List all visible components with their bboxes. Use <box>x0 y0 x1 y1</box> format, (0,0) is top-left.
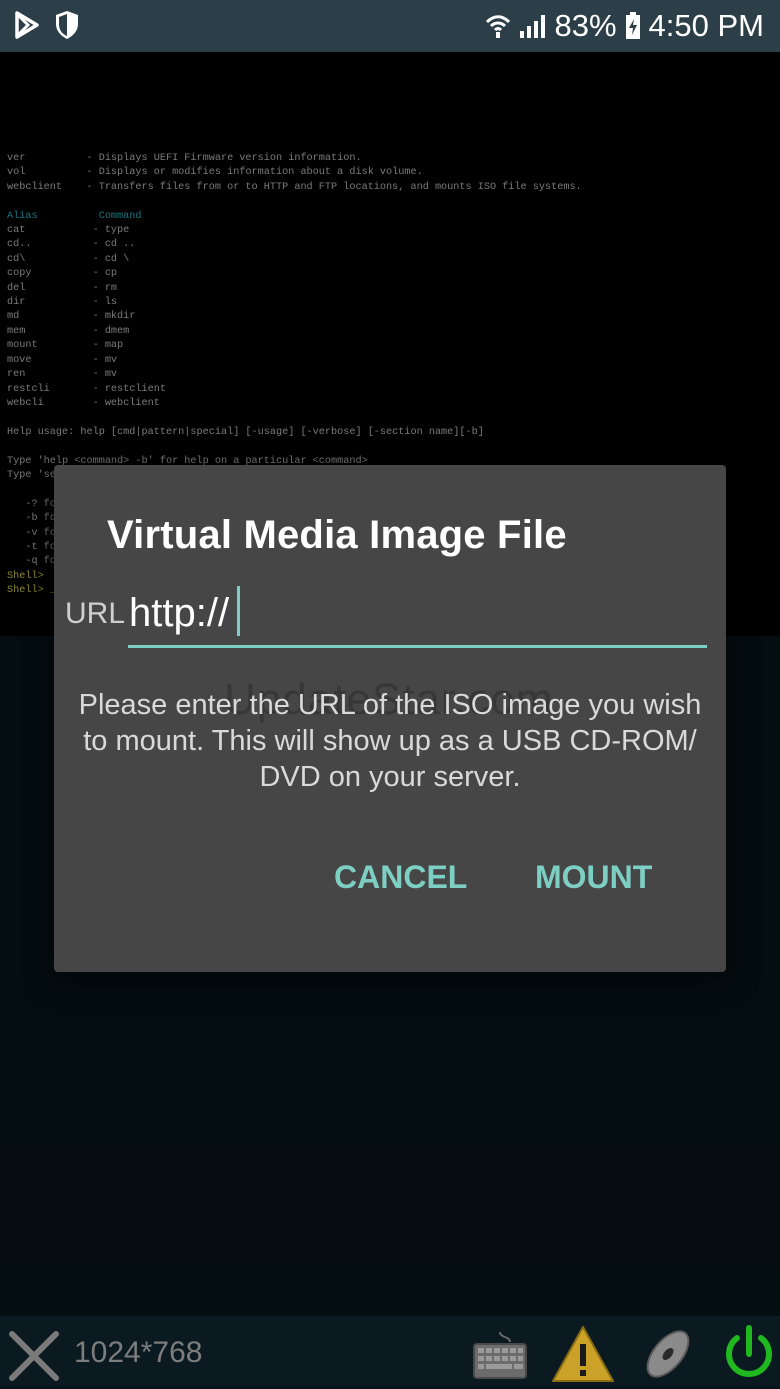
status-right: 83% 4:50 PM <box>485 8 764 44</box>
resolution-label: 1024*768 <box>74 1336 203 1369</box>
url-input[interactable] <box>128 581 707 648</box>
status-left-icons <box>14 10 80 45</box>
battery-charging-icon <box>625 12 641 40</box>
url-label: URL <box>65 597 126 630</box>
clock: 4:50 PM <box>648 8 764 43</box>
virtual-media-dialog: Virtual Media Image File URL UpdateStar.… <box>54 465 726 972</box>
dialog-title: Virtual Media Image File <box>107 513 567 557</box>
bottom-toolbar: 1024*768 <box>0 1316 780 1386</box>
play-store-icon <box>14 11 40 44</box>
battery-percent: 83% <box>554 8 617 43</box>
cancel-button[interactable]: CANCEL <box>334 859 467 896</box>
status-bar: 83% 4:50 PM <box>0 0 780 52</box>
disc-icon[interactable] <box>640 1324 696 1389</box>
close-icon[interactable] <box>6 1328 62 1389</box>
wifi-icon <box>485 13 511 39</box>
dialog-message: Please enter the URL of the ISO image yo… <box>78 689 702 793</box>
shield-icon <box>54 10 80 45</box>
warning-icon[interactable] <box>550 1324 616 1389</box>
mount-button[interactable]: MOUNT <box>535 859 652 896</box>
keyboard-icon[interactable] <box>472 1330 528 1385</box>
signal-icon <box>519 13 547 39</box>
text-cursor <box>237 586 240 636</box>
power-icon[interactable] <box>722 1324 776 1389</box>
